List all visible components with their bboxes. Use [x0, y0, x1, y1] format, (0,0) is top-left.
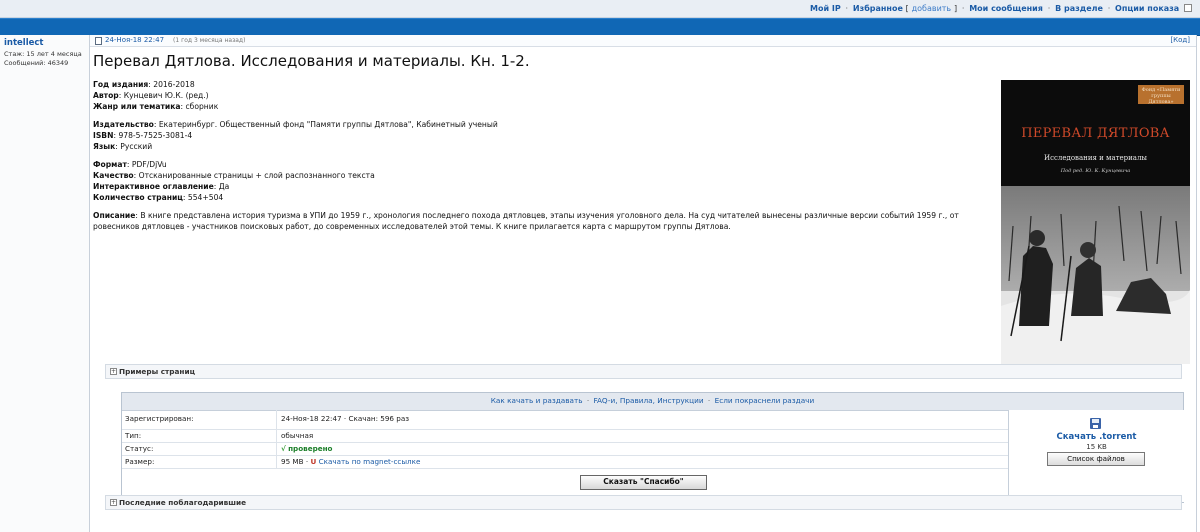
info-quality: Качество: Отсканированные страницы + сло… — [93, 171, 375, 180]
spoiler-label: Примеры страниц — [119, 367, 195, 376]
cover-editor: Под ред. Ю. К. Кунцевича — [1060, 168, 1131, 174]
header-bar — [0, 18, 1200, 36]
post-date[interactable]: 24-Ноя-18 22:47 — [105, 36, 164, 44]
info-pages: Количество страниц: 554+504 — [93, 193, 224, 202]
say-thanks-button[interactable]: Сказать "Спасибо" — [580, 475, 707, 490]
username[interactable]: intellect — [4, 38, 44, 48]
bracket-open: [ — [905, 4, 909, 13]
bracket-close: ] — [953, 4, 958, 13]
download-torrent-link[interactable]: Скачать .torrent — [1009, 432, 1184, 442]
spoiler-label: Последние поблагодарившие — [119, 498, 247, 507]
my-messages-link[interactable]: Мои сообщения — [969, 4, 1043, 13]
info-author: Автор: Кунцевич Ю.К. (ред.) — [93, 91, 209, 100]
info-toc: Интерактивное оглавление: Да — [93, 182, 230, 191]
torrent-file-size: 15 KB — [1086, 443, 1107, 451]
file-list-button[interactable]: Список файлов — [1047, 452, 1145, 466]
post-title: Перевал Дятлова. Исследования и материал… — [93, 52, 530, 70]
top-nav: Мой IP · Избранное [ добавить ] · Мои со… — [810, 4, 1192, 13]
nav-separator: · — [1047, 4, 1051, 13]
info-isbn: ISBN: 978-5-7525-3081-4 — [93, 131, 193, 140]
spoiler-last-thanked[interactable]: + Последние поблагодарившие — [105, 495, 1182, 510]
book-info: Год издания: 2016-2018 Автор: Кунцевич Ю… — [93, 79, 993, 232]
in-section-link[interactable]: В разделе — [1055, 4, 1103, 13]
cover-subtitle: Исследования и материалы — [1043, 154, 1147, 162]
help-link-faq[interactable]: FAQ-и, Правила, Инструкции — [594, 396, 704, 405]
post-icon — [95, 37, 102, 45]
row-size: Размер: 95 MB · U Скачать по magnet-ссыл… — [122, 456, 1008, 469]
expand-icon[interactable]: + — [110, 499, 117, 506]
post-body: 24-Ноя-18 22:47 (1 год 3 месяца назад) [… — [90, 35, 1197, 532]
size-value: 95 MB — [281, 457, 304, 466]
magnet-icon[interactable]: U — [310, 457, 316, 466]
info-genre: Жанр или тематика: сборник — [93, 102, 219, 111]
check-icon: √ — [281, 444, 286, 453]
user-message-count: Сообщений: 46349 — [4, 59, 69, 67]
book-cover-image[interactable]: Фонд «Памяти группы Дятлова» ПЕРЕВАЛ ДЯТ… — [1001, 80, 1190, 364]
code-link[interactable]: [Код] — [1170, 36, 1190, 44]
torrent-help-links: Как качать и раздавать · FAQ-и, Правила,… — [122, 393, 1183, 411]
nav-separator: · — [845, 4, 849, 13]
top-bar: Мой IP · Избранное [ добавить ] · Мои со… — [0, 0, 1200, 18]
info-publisher: Издательство: Екатеринбург. Общественный… — [93, 120, 498, 129]
cover-badge: Фонд «Памяти группы Дятлова» — [1138, 85, 1184, 105]
spoiler-page-samples[interactable]: + Примеры страниц — [105, 364, 1182, 379]
expand-icon[interactable]: + — [110, 368, 117, 375]
nav-separator: · — [1107, 4, 1111, 13]
cover-title: ПЕРЕВАЛ ДЯТЛОВА — [1021, 126, 1170, 141]
nav-separator: · — [961, 4, 965, 13]
my-ip-link[interactable]: Мой IP — [810, 4, 841, 13]
view-options-link[interactable]: Опции показа — [1115, 4, 1179, 13]
cover-photo — [1001, 186, 1190, 364]
info-year: Год издания: 2016-2018 — [93, 80, 195, 89]
user-stats: Стаж: 15 лет 4 месяца Сообщений: 46349 — [4, 50, 82, 68]
favorites-link[interactable]: Избранное — [853, 4, 903, 13]
post-age: (1 год 3 месяца назад) — [173, 37, 246, 44]
post-header: 24-Ноя-18 22:47 (1 год 3 месяца назад) [… — [90, 35, 1196, 47]
add-favorite-link[interactable]: добавить — [912, 4, 952, 13]
user-tenure: Стаж: 15 лет 4 месяца — [4, 50, 82, 58]
status-value: проверено — [288, 444, 333, 453]
user-info-column: intellect Стаж: 15 лет 4 месяца Сообщени… — [0, 35, 90, 532]
row-type: Тип: обычная — [122, 430, 1008, 443]
row-status: Статус: √ проверено — [122, 443, 1008, 456]
help-link-howto[interactable]: Как качать и раздавать — [491, 396, 583, 405]
magnet-link[interactable]: Скачать по magnet-ссылке — [319, 457, 421, 466]
info-format: Формат: PDF/DjVu — [93, 160, 167, 169]
floppy-disk-icon[interactable] — [1090, 418, 1101, 429]
download-cell: Скачать .torrent 15 KB Список файлов — [1008, 410, 1184, 502]
row-registered: Зарегистрирован: 24-Ноя-18 22:47 · Скача… — [122, 410, 1008, 430]
info-language: Язык: Русский — [93, 142, 153, 151]
info-description: Описание: В книге представлена история т… — [93, 211, 959, 231]
checkbox-icon[interactable] — [1184, 4, 1192, 12]
help-link-red[interactable]: Если покраснели раздачи — [715, 396, 815, 405]
